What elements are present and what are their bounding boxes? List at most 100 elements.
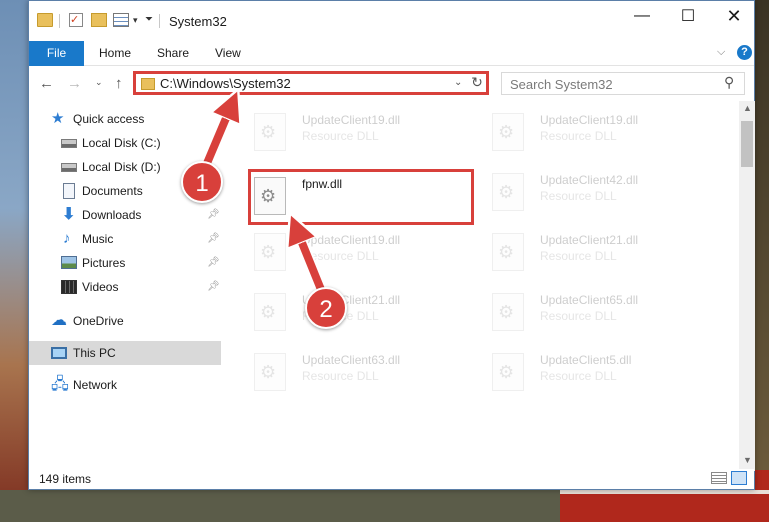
ribbon-tabs: File Home Share View ⌵ ? [29, 41, 754, 66]
dll-file-icon: ⚙ [254, 113, 286, 151]
sidebar-item-pictures[interactable]: Pictures 📌︎ [29, 251, 221, 275]
gear-icon: ⚙ [498, 182, 515, 202]
title-bar[interactable]: ✓ ▾ ⏷ System32 — ☐ ✕ [29, 1, 754, 41]
step-1-badge: 1 [181, 161, 223, 203]
chevron-down-icon[interactable]: ⌄ [454, 77, 462, 88]
sidebar-item-videos[interactable]: Videos 📌︎ [29, 275, 221, 299]
dll-file-icon: ⚙ [492, 233, 524, 271]
navigation-pane: ★ Quick access Local Disk (C:) Local Dis… [29, 101, 221, 461]
gear-icon: ⚙ [260, 242, 277, 262]
file-type: Resource DLL [302, 129, 379, 143]
sidebar-item-this-pc[interactable]: This PC [29, 341, 221, 365]
file-item[interactable]: ⚙ UpdateClient63.dll Resource DLL [248, 345, 473, 401]
sidebar-item-label: Local Disk (C:) [82, 136, 161, 150]
search-box[interactable]: ⚲ [501, 72, 745, 95]
pin-icon[interactable]: 📌︎ [207, 209, 220, 220]
tab-home[interactable]: Home [87, 41, 143, 66]
sidebar-item-label: This PC [73, 346, 116, 360]
recent-locations-chevron-icon[interactable]: ⌄ [95, 77, 103, 88]
disk-icon [61, 163, 77, 172]
toolbar-divider [59, 14, 60, 28]
folder-icon [141, 78, 155, 90]
search-input[interactable] [510, 75, 710, 93]
dll-file-icon: ⚙ [254, 233, 286, 271]
fpnw-highlight-box [248, 169, 474, 225]
details-view-icon[interactable] [711, 472, 727, 484]
gear-icon: ⚙ [260, 362, 277, 382]
disk-icon [61, 139, 77, 148]
customize-toolbar-icon[interactable]: ⏷ [145, 14, 153, 25]
search-icon[interactable]: ⚲ [724, 74, 734, 91]
help-icon[interactable]: ? [737, 45, 752, 60]
file-list: ⚙ UpdateClient19.dll Resource DLL ⚙ Upda… [222, 101, 740, 461]
dll-file-icon: ⚙ [492, 353, 524, 391]
pin-icon[interactable]: 📌︎ [207, 281, 220, 292]
refresh-icon[interactable]: ↻ [465, 71, 489, 95]
properties-icon[interactable] [113, 13, 129, 27]
dll-file-icon: ⚙ [492, 173, 524, 211]
sidebar-item-onedrive[interactable]: ☁ OneDrive [29, 309, 221, 333]
file-type: Resource DLL [540, 189, 617, 203]
item-count: 149 items [39, 472, 92, 486]
scroll-up-icon[interactable]: ▲ [743, 103, 752, 113]
file-type: Resource DLL [540, 249, 617, 263]
large-icons-view-icon[interactable] [731, 471, 747, 485]
sidebar-item-label: Downloads [82, 208, 142, 222]
file-item[interactable]: ⚙ UpdateClient21.dll Resource DLL [486, 225, 711, 281]
chevron-down-icon[interactable]: ▾ [133, 15, 138, 26]
desktop-ground [0, 490, 560, 522]
file-type: Resource DLL [302, 369, 379, 383]
sidebar-item-label: Documents [82, 184, 143, 198]
file-item[interactable]: ⚙ UpdateClient42.dll Resource DLL [486, 165, 711, 221]
sidebar-item-music[interactable]: ♪ Music 📌︎ [29, 227, 221, 251]
step-2-badge: 2 [305, 287, 347, 329]
file-item[interactable]: ⚙ UpdateClient65.dll Resource DLL [486, 285, 711, 341]
file-item[interactable]: ⚙ UpdateClient19.dll Resource DLL [248, 105, 473, 161]
file-explorer-window: ✓ ▾ ⏷ System32 — ☐ ✕ File Home Share Vie… [28, 0, 755, 490]
dll-file-icon: ⚙ [254, 293, 286, 331]
tab-view[interactable]: View [203, 41, 253, 66]
sidebar-item-label: Music [82, 232, 114, 246]
address-path[interactable]: C:\Windows\System32 [160, 76, 291, 91]
maximize-button[interactable]: ☐ [665, 1, 711, 31]
scroll-down-icon[interactable]: ▼ [743, 455, 752, 465]
close-button[interactable]: ✕ [711, 1, 757, 31]
file-item[interactable]: ⚙ UpdateClient21.dll Resource DLL [248, 285, 473, 341]
sidebar-item-label: Local Disk (D:) [82, 160, 161, 174]
tab-share[interactable]: Share [145, 41, 201, 66]
file-type: Resource DLL [540, 129, 617, 143]
vertical-scrollbar[interactable]: ▲ ▼ [739, 101, 755, 471]
sidebar-item-network[interactable]: 🖧︎ Network [29, 373, 221, 397]
status-bar: 149 items [29, 469, 754, 489]
sidebar-item-quick-access[interactable]: ★ Quick access [29, 107, 221, 131]
file-item[interactable]: ⚙ UpdateClient19.dll Resource DLL [248, 225, 473, 281]
sidebar-item-local-disk-c[interactable]: Local Disk (C:) [29, 131, 221, 155]
file-name: UpdateClient19.dll [302, 233, 401, 247]
forward-arrow-icon[interactable]: → [67, 75, 82, 92]
toolbar-divider [159, 14, 160, 28]
sidebar-item-label: OneDrive [73, 314, 124, 328]
pin-icon[interactable]: 📌︎ [207, 233, 220, 244]
file-name: UpdateClient42.dll [540, 173, 639, 187]
tab-file[interactable]: File [29, 41, 84, 66]
back-arrow-icon[interactable]: ← [39, 75, 54, 92]
documents-icon [63, 183, 75, 199]
minimize-button[interactable]: — [619, 1, 665, 31]
navigation-bar: ← → ⌄ ↑ C:\Windows\System32 ⌄ ↻ ⚲ [29, 67, 754, 100]
download-icon: ⬇ [62, 206, 76, 223]
up-arrow-icon[interactable]: ↑ [115, 75, 123, 92]
new-folder-icon[interactable] [91, 13, 107, 27]
pictures-icon [61, 256, 77, 269]
file-name: UpdateClient63.dll [302, 353, 401, 367]
file-name: UpdateClient5.dll [540, 353, 632, 367]
properties-check-icon[interactable]: ✓ [69, 13, 83, 27]
onedrive-icon: ☁ [51, 312, 67, 329]
sidebar-item-downloads[interactable]: ⬇ Downloads 📌︎ [29, 203, 221, 227]
address-bar[interactable]: C:\Windows\System32 ⌄ [133, 71, 489, 95]
expand-ribbon-icon[interactable]: ⌵ [717, 46, 725, 59]
scrollbar-thumb[interactable] [741, 121, 753, 167]
file-item[interactable]: ⚙ UpdateClient19.dll Resource DLL [486, 105, 711, 161]
pin-icon[interactable]: 📌︎ [207, 257, 220, 268]
file-item[interactable]: ⚙ UpdateClient5.dll Resource DLL [486, 345, 711, 401]
file-name: UpdateClient65.dll [540, 293, 639, 307]
